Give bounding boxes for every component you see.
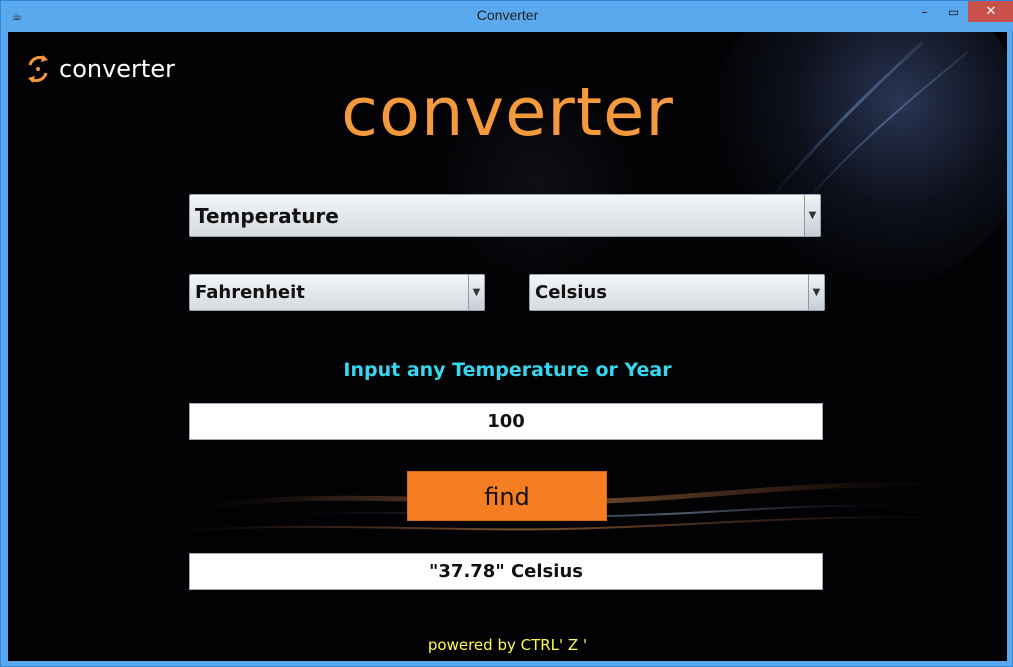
input-prompt-label: Input any Temperature or Year xyxy=(343,359,672,381)
chevron-down-icon[interactable]: ▼ xyxy=(468,275,484,310)
value-input[interactable] xyxy=(189,403,823,440)
maximize-icon: ▭ xyxy=(947,4,960,19)
maximize-button[interactable]: ▭ xyxy=(939,1,968,22)
window-title: Converter xyxy=(476,7,539,23)
chevron-down-icon[interactable]: ▼ xyxy=(808,275,824,310)
converter-window: ☕ Converter – ▭ ✕ converter converter Te… xyxy=(0,0,1013,667)
category-select-value: Temperature xyxy=(195,203,339,228)
powered-by-footer: powered by CTRL' Z ' xyxy=(427,636,588,654)
from-unit-select[interactable]: Fahrenheit ▼ xyxy=(189,274,485,311)
page-title: converter xyxy=(341,73,674,151)
category-select[interactable]: Temperature ▼ xyxy=(189,194,821,237)
find-button[interactable]: find xyxy=(407,471,607,521)
chevron-down-icon[interactable]: ▼ xyxy=(804,195,820,236)
close-icon: ✕ xyxy=(985,4,997,19)
title-bar[interactable]: ☕ Converter – ▭ ✕ xyxy=(1,1,1013,31)
window-controls: – ▭ ✕ xyxy=(910,1,1013,22)
minimize-icon: – xyxy=(921,4,928,19)
converter-panel: converter converter Temperature ▼ Fahren… xyxy=(8,32,1007,661)
result-field[interactable] xyxy=(189,553,823,590)
close-button[interactable]: ✕ xyxy=(968,1,1013,22)
minimize-button[interactable]: – xyxy=(910,1,939,22)
to-unit-select-value: Celsius xyxy=(535,282,607,303)
to-unit-select[interactable]: Celsius ▼ xyxy=(529,274,825,311)
from-unit-select-value: Fahrenheit xyxy=(195,282,305,303)
